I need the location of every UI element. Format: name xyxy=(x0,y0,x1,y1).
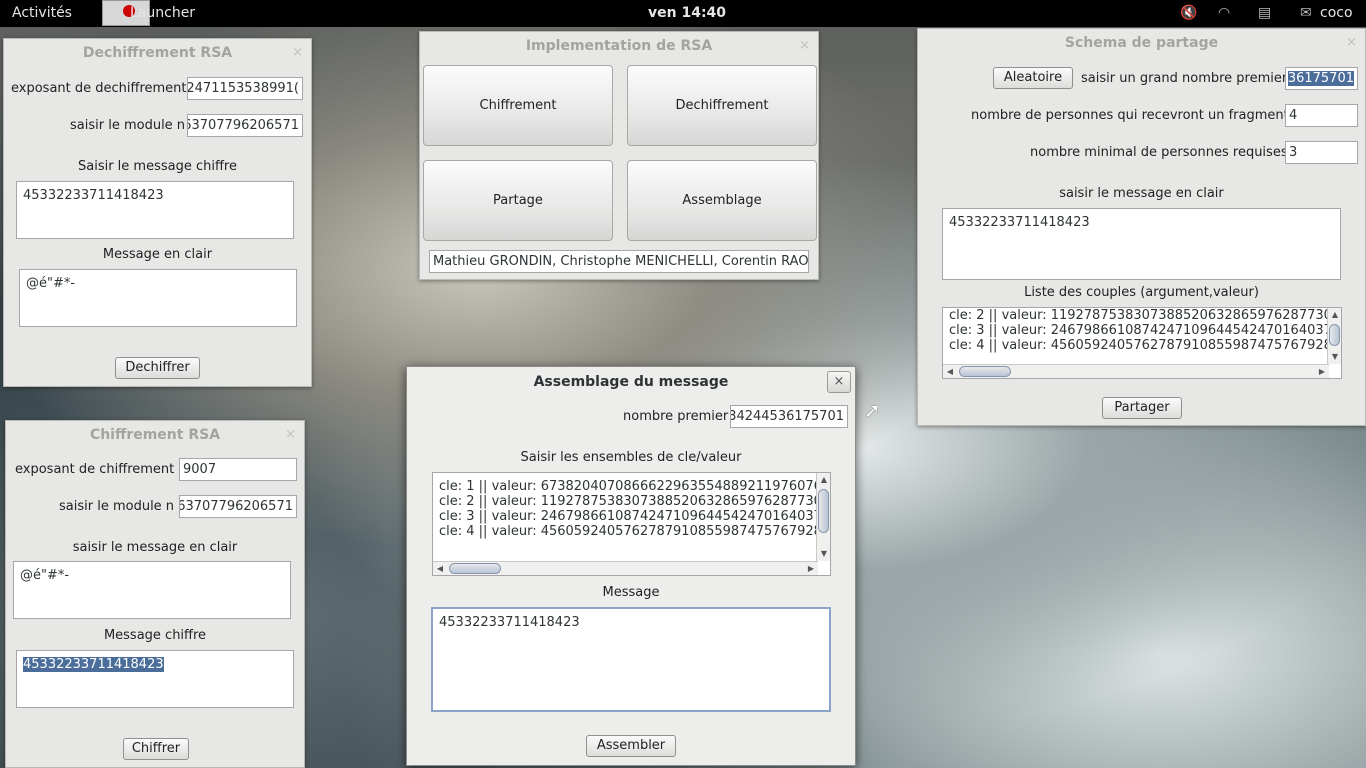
ensembles-rows: cle: 1 || valeur: 6738204070866622963554… xyxy=(433,479,830,539)
authors-field[interactable]: Mathieu GRONDIN, Christophe MENICHELLI, … xyxy=(429,250,809,273)
close-icon[interactable]: × xyxy=(827,371,851,393)
wifi-icon[interactable]: ◠ xyxy=(1218,5,1230,21)
assemblage-button[interactable]: Assemblage xyxy=(627,160,817,241)
list-item[interactable]: cle: 4 || valeur: 4560592405762787910855… xyxy=(433,524,830,539)
dechiffrement-window: Dechiffrement RSA × exposant de dechiffr… xyxy=(3,38,312,387)
partager-button[interactable]: Partager xyxy=(1102,397,1182,419)
list-item[interactable]: cle: 4 || valeur: 4560592405762787910855… xyxy=(943,338,1341,353)
vertical-scrollbar[interactable]: ▲ ▼ xyxy=(816,473,830,561)
personnes-field[interactable]: 4 xyxy=(1285,104,1358,127)
couples-list[interactable]: cle: 2 || valeur: 1192787538307388520632… xyxy=(942,307,1342,379)
liste-label: Liste des couples (argument,valeur) xyxy=(1024,285,1259,300)
list-item[interactable]: cle: 1 || valeur: 6738204070866622963554… xyxy=(433,479,830,494)
message-chiffre-area[interactable]: 45332233711418423 xyxy=(16,650,294,708)
ensembles-list[interactable]: cle: 1 || valeur: 6738204070866622963554… xyxy=(432,472,831,576)
user-name[interactable]: coco xyxy=(1320,5,1353,21)
personnes-label: nombre de personnes qui recevront un fra… xyxy=(971,108,1289,123)
scroll-up-icon[interactable]: ▲ xyxy=(1328,308,1341,322)
scroll-right-icon[interactable]: ▶ xyxy=(804,562,818,575)
exposant-field[interactable]: )2471153538991 xyxy=(187,77,303,100)
window-title: Schema de partage xyxy=(1064,35,1219,51)
ensembles-label: Saisir les ensembles de cle/valeur xyxy=(520,450,742,465)
scroll-thumb[interactable] xyxy=(1329,324,1340,346)
message-area[interactable]: 45332233711418423 xyxy=(431,607,831,712)
dechiffrement-button[interactable]: Dechiffrement xyxy=(627,65,817,146)
scroll-thumb[interactable] xyxy=(959,366,1011,377)
aleatoire-button[interactable]: Aleatoire xyxy=(993,67,1073,89)
top-bar: Activités Launcher ven 14:40 🔇 ◠ ▤ ✉ coc… xyxy=(0,0,1366,27)
premier-field[interactable]: 36175701 xyxy=(1285,67,1358,90)
message-chiffre-label: Message chiffre xyxy=(103,628,207,643)
chiffrer-button[interactable]: Chiffrer xyxy=(123,738,189,760)
window-title: Assemblage du message xyxy=(533,374,729,390)
scroll-thumb[interactable] xyxy=(818,489,829,533)
close-icon[interactable]: × xyxy=(1346,35,1357,50)
list-item[interactable]: cle: 3 || valeur: 2467986610874247109644… xyxy=(943,323,1341,338)
scroll-down-icon[interactable]: ▼ xyxy=(1328,350,1341,364)
message-clair-label: saisir le message en clair xyxy=(72,540,238,555)
module-label: saisir le module n xyxy=(59,499,175,514)
assemblage-window: Assemblage du message × nombre premier 3… xyxy=(406,366,856,766)
couples-rows: cle: 2 || valeur: 1192787538307388520632… xyxy=(943,308,1341,353)
close-icon[interactable]: × xyxy=(799,38,810,53)
module-field[interactable]: 63707796206571 xyxy=(187,114,303,137)
speaker-muted-icon[interactable]: 🔇 xyxy=(1180,5,1197,21)
message-label: saisir le message en clair xyxy=(1059,186,1224,201)
exposant-field[interactable]: 9007 xyxy=(179,458,297,481)
minimal-field[interactable]: 3 xyxy=(1285,141,1358,164)
list-item[interactable]: cle: 2 || valeur: 1192787538307388520632… xyxy=(433,494,830,509)
window-title: Chiffrement RSA xyxy=(89,427,221,443)
list-item[interactable]: cle: 2 || valeur: 1192787538307388520632… xyxy=(943,308,1341,323)
chiffrement-window: Chiffrement RSA × exposant de chiffremen… xyxy=(5,420,305,768)
clipboard-icon[interactable]: ▤ xyxy=(1258,5,1271,21)
scroll-left-icon[interactable]: ◀ xyxy=(433,562,447,575)
premier-label: saisir un grand nombre premier xyxy=(1081,71,1288,86)
minimal-label: nombre minimal de personnes requises xyxy=(1030,145,1288,160)
dechiffrer-button[interactable]: Dechiffrer xyxy=(115,357,200,379)
premier-field[interactable]: 34244536175701 xyxy=(730,405,848,428)
message-area[interactable]: 45332233711418423 xyxy=(942,208,1341,280)
chiffrement-button[interactable]: Chiffrement xyxy=(423,65,613,146)
horizontal-scrollbar[interactable]: ◀ ▶ xyxy=(943,364,1329,378)
window-title: Dechiffrement RSA xyxy=(82,45,233,61)
partage-window: Schema de partage × Aleatoire saisir un … xyxy=(917,28,1366,426)
activities-button[interactable]: Activités xyxy=(12,5,72,21)
message-clair-label: Message en clair xyxy=(102,247,213,262)
scroll-up-icon[interactable]: ▲ xyxy=(817,473,830,487)
exposant-label: exposant de dechiffrement xyxy=(11,81,187,96)
scroll-left-icon[interactable]: ◀ xyxy=(943,365,957,378)
scroll-thumb[interactable] xyxy=(449,563,501,574)
launcher-label[interactable]: Launcher xyxy=(130,5,195,21)
premier-label: nombre premier xyxy=(623,409,729,424)
message-label: Message xyxy=(602,585,660,600)
exposant-label: exposant de chiffrement xyxy=(15,462,175,477)
list-item[interactable]: cle: 3 || valeur: 2467986610874247109644… xyxy=(433,509,830,524)
clock[interactable]: ven 14:40 xyxy=(648,5,726,21)
scroll-down-icon[interactable]: ▼ xyxy=(817,547,830,561)
horizontal-scrollbar[interactable]: ◀ ▶ xyxy=(433,561,818,575)
message-chiffre-area[interactable]: 45332233711418423 xyxy=(16,181,294,239)
close-icon[interactable]: × xyxy=(285,427,296,442)
message-clair-area[interactable]: @é"#*- xyxy=(19,269,297,327)
assembler-button[interactable]: Assembler xyxy=(586,735,676,757)
mouse-pointer-icon: ➚ xyxy=(864,398,881,422)
close-icon[interactable]: × xyxy=(292,45,303,60)
vertical-scrollbar[interactable]: ▲ ▼ xyxy=(1327,308,1341,364)
module-label: saisir le module n xyxy=(70,118,186,133)
scroll-right-icon[interactable]: ▶ xyxy=(1315,365,1329,378)
module-field[interactable]: 63707796206571 xyxy=(179,495,297,518)
user-icon[interactable]: ✉ xyxy=(1300,5,1312,21)
message-clair-area[interactable]: @é"#*- xyxy=(13,561,291,619)
implementation-window: Implementation de RSA × Chiffrement Dech… xyxy=(419,31,819,280)
window-title: Implementation de RSA xyxy=(525,38,713,54)
partage-button[interactable]: Partage xyxy=(423,160,613,241)
message-chiffre-label: Saisir le message chiffre xyxy=(77,159,237,174)
